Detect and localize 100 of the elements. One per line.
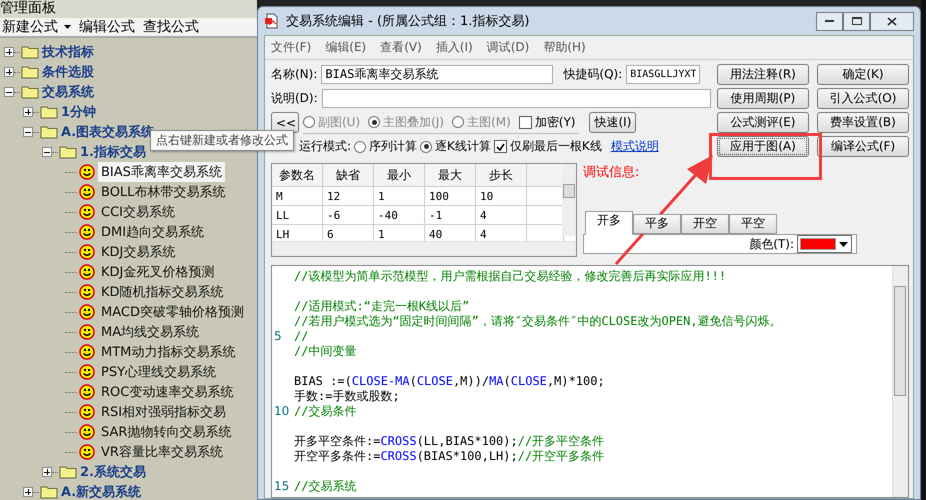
code-line: 开空平多条件:=CROSS(BIAS*100,LH);//开空平多条件 <box>294 449 604 464</box>
line-number: 10 <box>273 404 290 419</box>
expand-icon[interactable] <box>4 47 14 57</box>
folder-icon <box>21 65 39 79</box>
field-label: 名称(N): <box>271 66 318 83</box>
menu-item[interactable]: 调试(D) <box>486 39 530 56</box>
tree-item[interactable]: ROC变动速率交易系统 <box>98 382 236 402</box>
action-button[interactable]: 公式测评(E) <box>717 112 809 133</box>
tab[interactable]: 开多 <box>585 211 633 235</box>
tree-item[interactable]: RSI相对强弱指标交易 <box>98 402 230 422</box>
expand-icon[interactable] <box>23 107 33 117</box>
action-button[interactable]: 编译公式(F) <box>817 136 909 157</box>
maximize-button[interactable] <box>843 12 870 30</box>
tab[interactable]: 平多 <box>633 214 681 234</box>
expand-icon[interactable] <box>42 467 52 477</box>
tree-item[interactable]: MACD突破零轴价格预测 <box>98 302 247 322</box>
menu-item[interactable]: 查看(V) <box>380 39 422 56</box>
scrollbar[interactable] <box>892 266 908 497</box>
menu-item[interactable]: 帮助(H) <box>543 39 586 56</box>
action-button[interactable]: 确定(K) <box>817 64 909 85</box>
collapse-icon[interactable] <box>4 87 14 97</box>
folder-icon <box>59 465 77 479</box>
help-link[interactable]: 模式说明 <box>610 138 659 155</box>
collapse-icon[interactable] <box>42 147 52 157</box>
color-dropdown[interactable] <box>797 235 852 253</box>
collapse-icon[interactable] <box>23 127 33 137</box>
toolbar-button[interactable]: 查找公式 <box>141 18 203 36</box>
line-number: 15 <box>273 479 290 494</box>
action-button[interactable]: 用法注释(R) <box>717 64 809 85</box>
table-cell: 12 <box>323 187 374 205</box>
tree-item[interactable]: KD随机指标交易系统 <box>98 282 227 302</box>
fast-button[interactable]: 快速(I) <box>589 112 636 133</box>
tree-item[interactable]: CCI交易系统 <box>98 202 178 222</box>
tree-item[interactable]: SAR抛物转向交易系统 <box>98 422 234 442</box>
maximize-icon <box>852 17 862 25</box>
code-line: 手数:=手数或股数; <box>294 389 400 404</box>
code-line: //中间变量 <box>294 344 356 359</box>
tree-folder[interactable]: 2.系统交易 <box>80 463 146 481</box>
smiley-icon <box>79 264 95 280</box>
tree-folder[interactable]: A.新交易系统 <box>61 483 142 500</box>
toolbar-button[interactable]: 编辑公式 <box>77 18 139 36</box>
checkbox[interactable]: 仅刷最后一根K线 <box>494 138 602 155</box>
shortcut-field[interactable]: BIASGLLJYXT <box>626 65 700 84</box>
document-icon <box>264 13 280 29</box>
smiley-icon <box>79 404 95 420</box>
folder-icon <box>40 125 58 139</box>
caret-icon[interactable] <box>64 25 71 29</box>
action-button[interactable]: 使用周期(P) <box>717 88 809 109</box>
dropdown-icon <box>839 242 848 246</box>
tree-item[interactable]: VR容量比率交易系统 <box>98 442 226 462</box>
action-button[interactable]: 引入公式(O) <box>817 88 909 109</box>
code-line: //适用模式:“走完一根K线以后” <box>294 299 470 314</box>
menu-item[interactable]: 文件(F) <box>271 39 312 56</box>
name-field[interactable]: BIAS乖离率交易系统 <box>321 65 554 84</box>
table-cell: -1 <box>425 206 476 224</box>
column-header: 步长 <box>476 164 527 186</box>
field-label: 快捷码(Q): <box>563 66 622 83</box>
minimize-button[interactable] <box>816 12 843 30</box>
description-field[interactable] <box>322 89 711 108</box>
toolbar-button[interactable]: 新建公式 <box>0 18 62 36</box>
expand-icon[interactable] <box>23 487 33 497</box>
close-button[interactable] <box>870 12 914 30</box>
menu-item[interactable]: 编辑(E) <box>325 39 366 56</box>
tree-item[interactable]: BOLL布林带交易系统 <box>98 182 228 202</box>
folder-icon <box>40 105 58 119</box>
radio-button[interactable]: 逐K线计算 <box>420 138 491 155</box>
radio-button[interactable]: 序列计算 <box>354 138 418 155</box>
scrollbar[interactable] <box>562 164 576 236</box>
menu-item[interactable]: 插入(I) <box>436 39 473 56</box>
tree-folder[interactable]: 交易系统 <box>42 83 94 101</box>
expand-icon[interactable] <box>4 67 14 77</box>
action-button[interactable]: 应用于图(A) <box>717 136 809 157</box>
table-cell: 4 <box>476 206 527 224</box>
close-icon <box>887 16 897 26</box>
debug-label: 调试信息: <box>583 164 640 182</box>
field-label: 运行模式: <box>299 138 352 155</box>
tree-folder[interactable]: 1.指标交易 <box>80 143 146 161</box>
tab[interactable]: 开空 <box>681 214 729 234</box>
smiley-icon <box>79 184 95 200</box>
tree-folder[interactable]: 1分钟 <box>61 103 96 121</box>
tab[interactable]: 平空 <box>729 214 777 234</box>
tree-item[interactable]: PSY心理线交易系统 <box>98 362 220 382</box>
column-header: 最小 <box>374 164 425 186</box>
table-cell: M <box>272 187 323 205</box>
tree-item[interactable]: KDJ交易系统 <box>98 242 178 262</box>
code-line: // <box>294 329 308 344</box>
scrollbar[interactable] <box>272 241 576 256</box>
table-cell: -40 <box>374 206 425 224</box>
folder-icon <box>21 85 39 99</box>
tree-item[interactable]: MTM动力指标交易系统 <box>98 342 238 362</box>
code-line: //该模型为简单示范模型，用户需根据自己交易经验，修改完善后再实际应用!!! <box>294 269 726 284</box>
tree-item[interactable]: KDJ金死叉价格预测 <box>98 262 218 282</box>
folder-icon <box>59 145 77 159</box>
action-button[interactable]: 费率设置(B) <box>817 112 909 133</box>
checkbox[interactable]: 加密(Y) <box>518 114 576 130</box>
tree-item[interactable]: DMI趋向交易系统 <box>98 222 208 242</box>
tree-folder[interactable]: 技术指标 <box>42 43 94 61</box>
tree-item[interactable]: BIAS乖离率交易系统 <box>98 162 225 182</box>
tree-item[interactable]: MA均线交易系统 <box>98 322 202 342</box>
tree-folder[interactable]: 条件选股 <box>42 63 94 81</box>
